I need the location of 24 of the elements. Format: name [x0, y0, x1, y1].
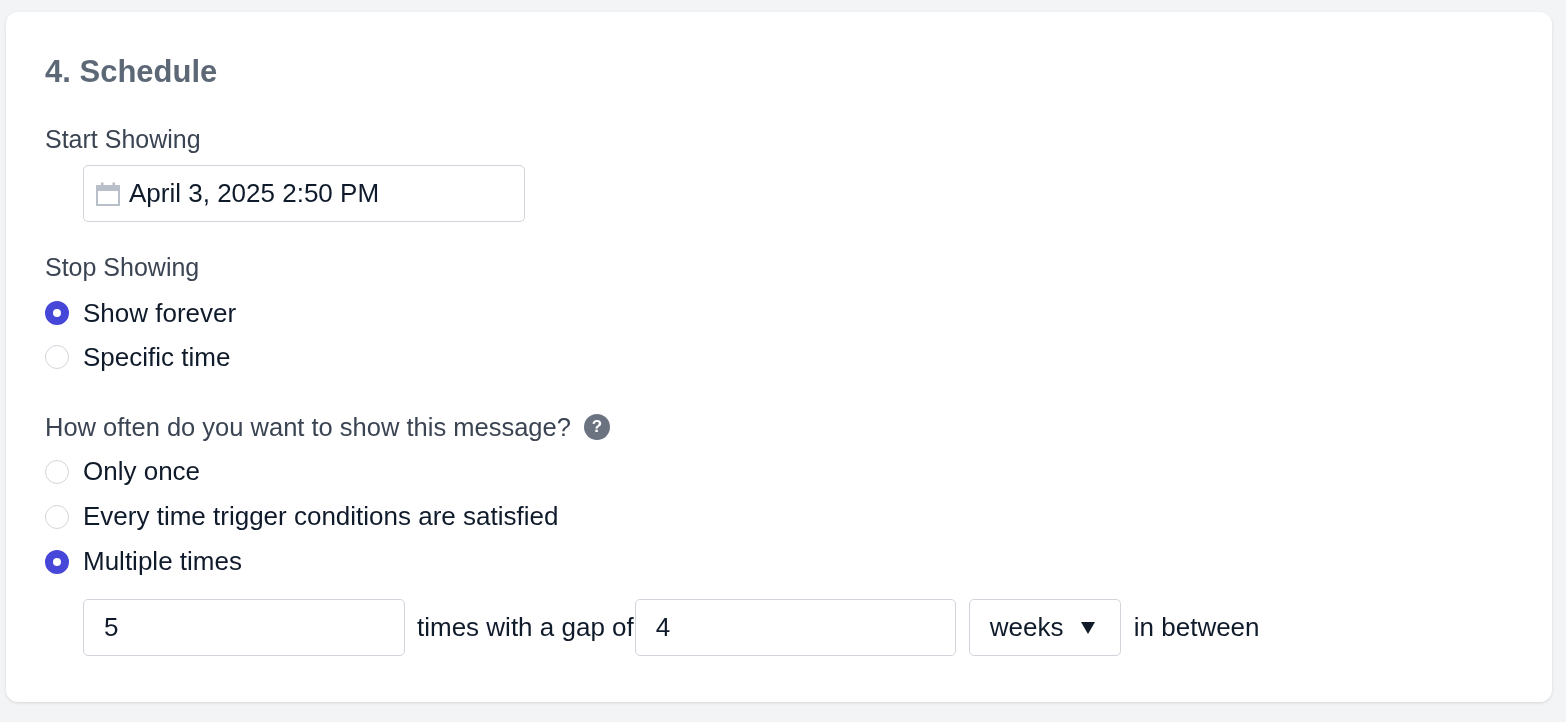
radio-button[interactable] [45, 301, 69, 325]
unit-value: weeks [989, 612, 1064, 643]
inline-text: in between [1133, 612, 1260, 643]
gap-input[interactable]: 4 [634, 599, 956, 656]
date-time-field[interactable]: April 3, 2025 2:50 PM [83, 165, 525, 222]
count-value: 5 [104, 612, 119, 643]
caret-icon [1081, 621, 1096, 634]
radio-button[interactable] [45, 549, 69, 574]
count-input[interactable]: 5 [83, 599, 405, 656]
calendar-icon [96, 181, 120, 206]
inline-text: times with a gap of [417, 612, 634, 643]
radio-label[interactable]: Multiple times [83, 546, 242, 577]
radio-label[interactable]: Specific time [83, 341, 231, 373]
unit-dropdown[interactable]: weeks [968, 599, 1121, 656]
question-label: How often do you want to show this message? [45, 412, 571, 442]
gap-value: 4 [655, 612, 671, 643]
help-icon[interactable]: ? [583, 414, 610, 440]
field-label: Stop Showing [45, 253, 200, 281]
radio-label[interactable]: Show forever [83, 297, 237, 329]
radio-label[interactable]: Every time trigger conditions are satisfied [83, 501, 559, 532]
section-title: 4. Schedule [45, 55, 218, 89]
radio-label[interactable]: Only once [83, 456, 201, 487]
field-label: Start Showing [45, 125, 201, 153]
date-time-value: April 3, 2025 2:50 PM [129, 178, 380, 209]
